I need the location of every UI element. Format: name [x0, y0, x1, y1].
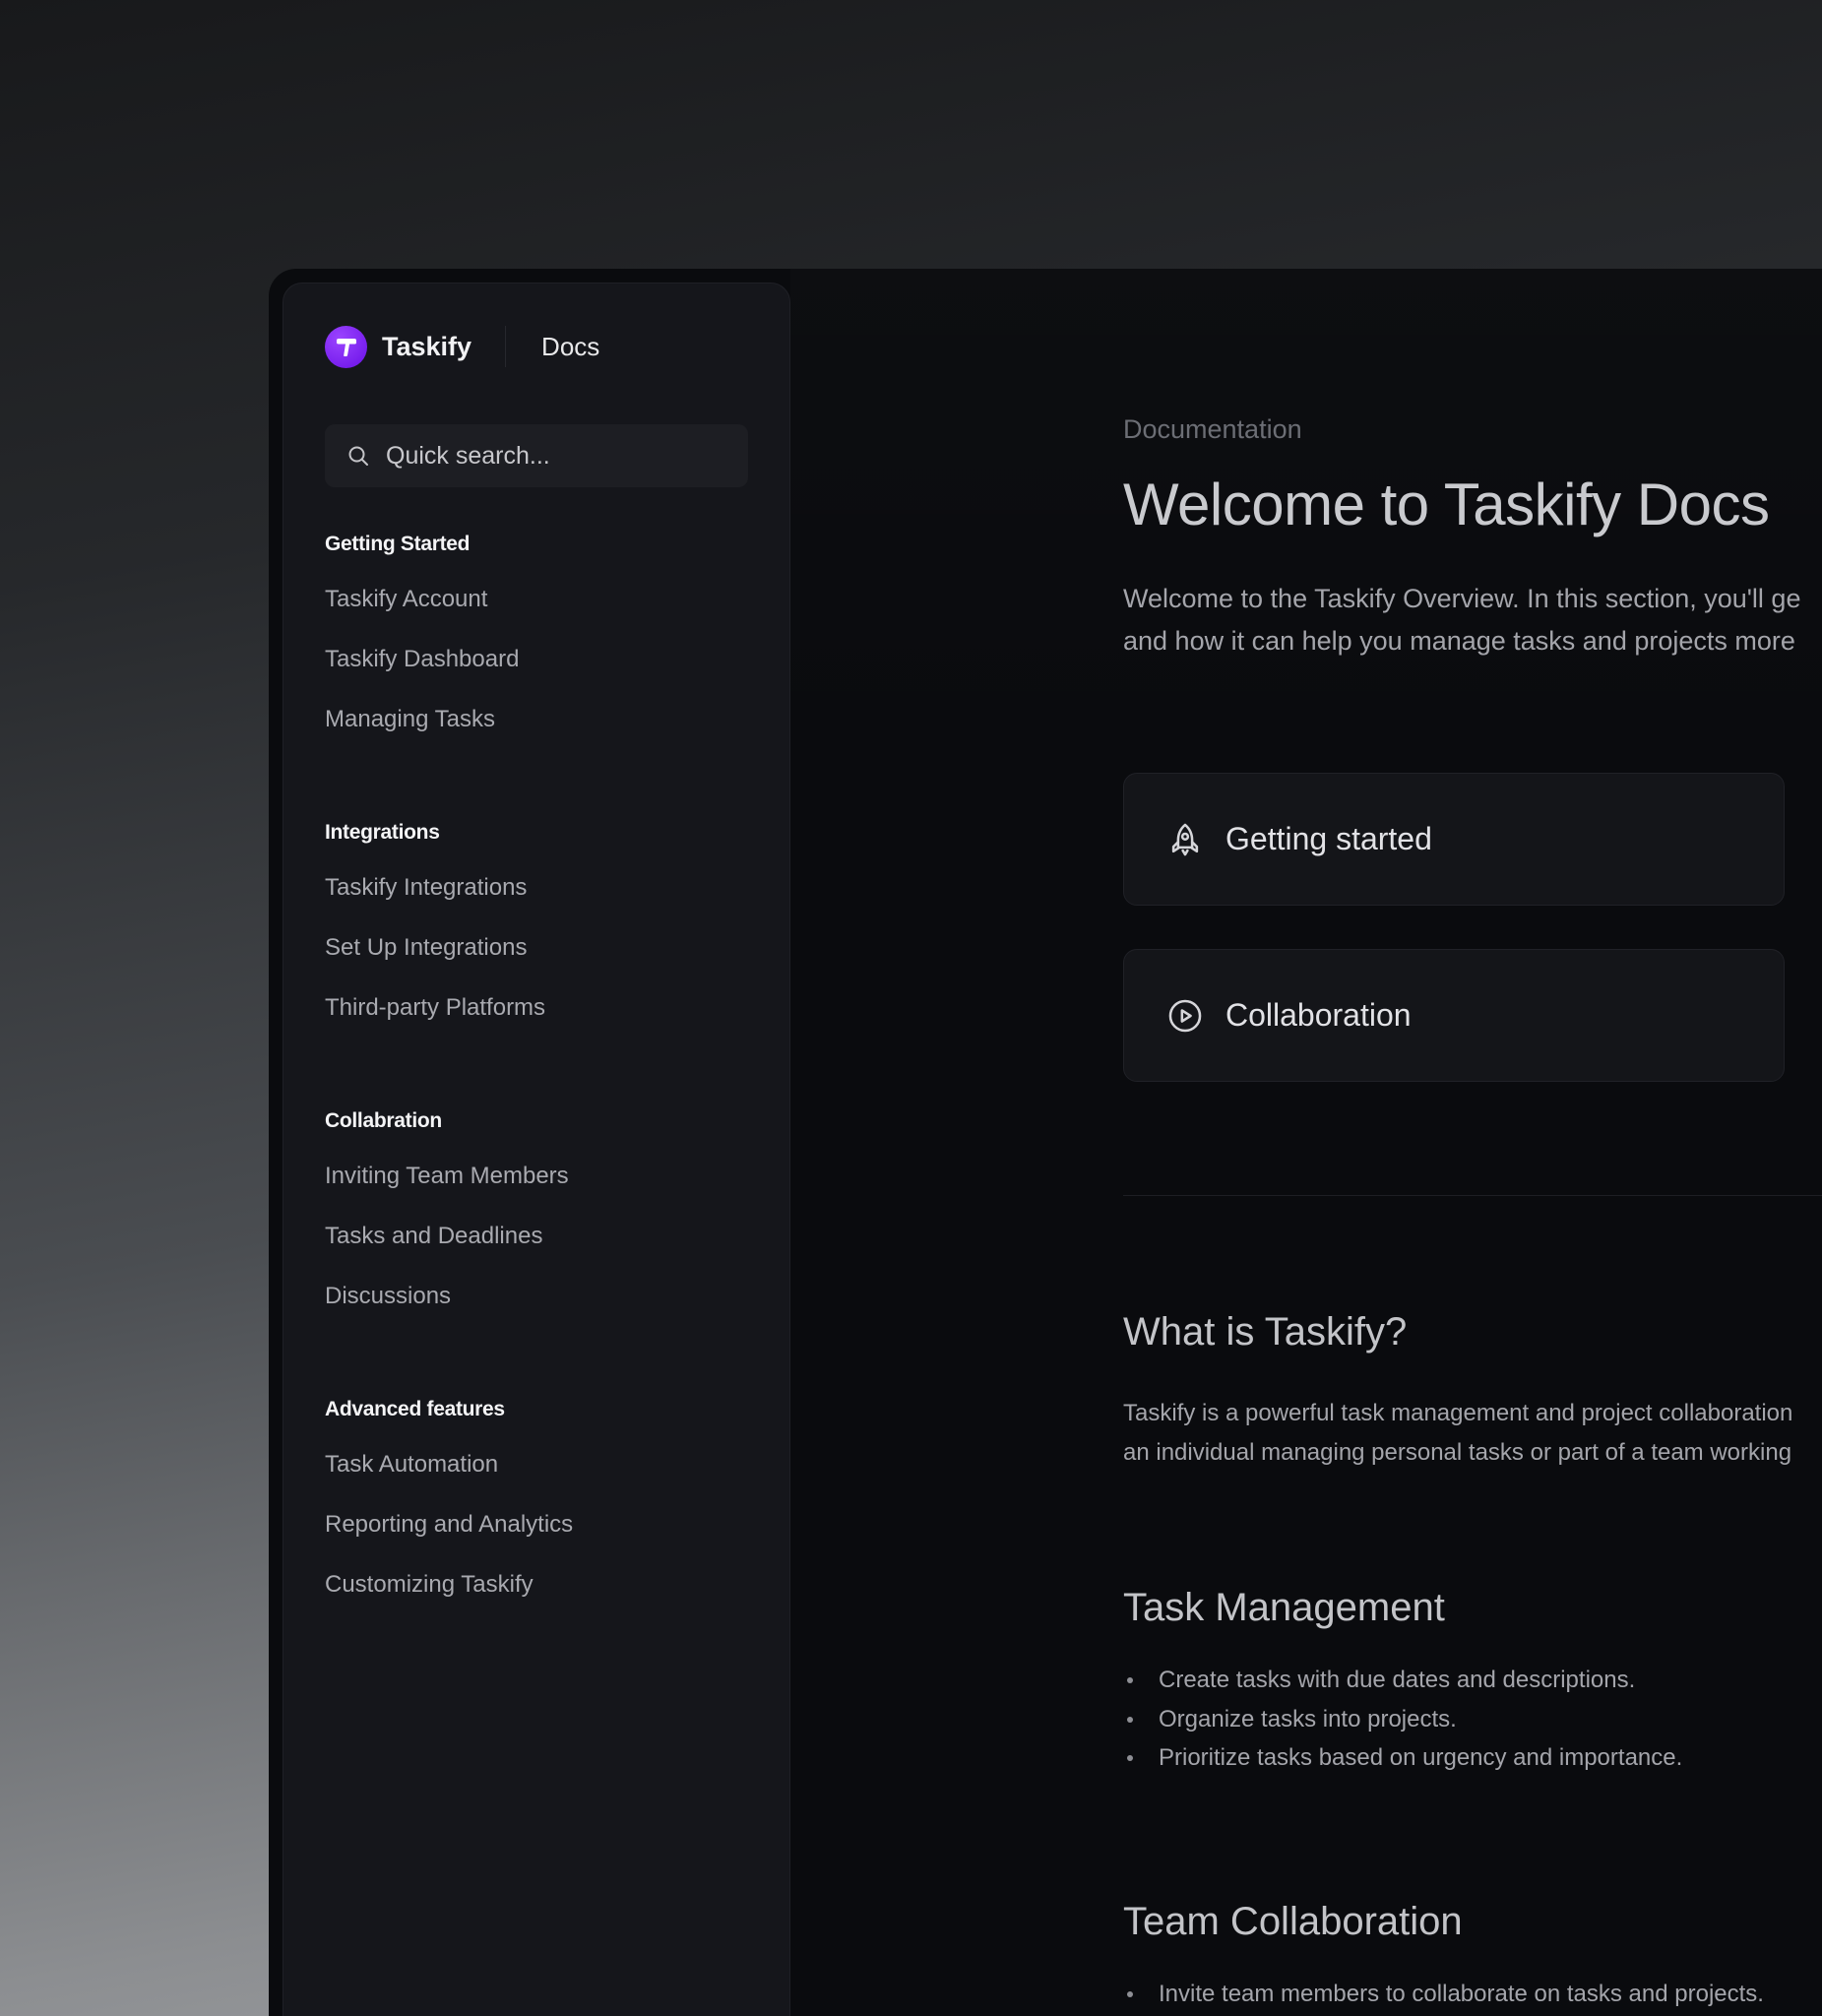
section-heading-what-is: What is Taskify?	[1123, 1310, 1408, 1354]
sidebar-item-managing-tasks[interactable]: Managing Tasks	[325, 689, 758, 749]
nav-heading: Getting Started	[325, 533, 471, 555]
sidebar-item-reporting-and-analytics[interactable]: Reporting and Analytics	[325, 1494, 758, 1554]
brand-divider	[505, 326, 507, 367]
sidebar-item-tasks-and-deadlines[interactable]: Tasks and Deadlines	[325, 1206, 758, 1266]
nav-section-advanced-features: Advanced features Task Automation Report…	[325, 1385, 758, 1614]
nav-heading: Advanced features	[325, 1398, 505, 1420]
card-label: Getting started	[1225, 821, 1432, 856]
intro-line: Welcome to the Taskify Overview. In this…	[1123, 584, 1801, 613]
sidebar-item-taskify-account[interactable]: Taskify Account	[325, 569, 758, 629]
sidebar-item-task-automation[interactable]: Task Automation	[325, 1434, 758, 1494]
brand-name[interactable]: Taskify	[382, 332, 471, 362]
nav-section-collaboration: Collabration Inviting Team Members Tasks…	[325, 1097, 758, 1326]
task-management-list: Create tasks with due dates and descript…	[1123, 1661, 1682, 1778]
paragraph-line: Taskify is a powerful task management an…	[1123, 1400, 1793, 1426]
docs-link[interactable]: Docs	[541, 332, 599, 362]
search-icon	[348, 446, 368, 466]
collaboration-card[interactable]: Collaboration	[1123, 949, 1785, 1082]
brand-row: Taskify Docs	[325, 325, 599, 368]
breadcrumb[interactable]: Documentation	[1123, 414, 1302, 445]
nav-section-integrations: Integrations Taskify Integrations Set Up…	[325, 808, 758, 1038]
sidebar-item-taskify-dashboard[interactable]: Taskify Dashboard	[325, 629, 758, 689]
sidebar-item-discussions[interactable]: Discussions	[325, 1266, 758, 1326]
sidebar-item-customizing-taskify[interactable]: Customizing Taskify	[325, 1554, 758, 1614]
section-heading-task-management: Task Management	[1123, 1586, 1445, 1629]
sidebar-nav: Getting Started Taskify Account Taskify …	[325, 520, 758, 1673]
nav-heading: Collabration	[325, 1109, 442, 1132]
intro-paragraph: Welcome to the Taskify Overview. In this…	[1123, 578, 1822, 662]
what-is-paragraph: Taskify is a powerful task management an…	[1123, 1394, 1792, 1473]
app-window: Taskify Docs Getting Started Taskify Acc…	[269, 269, 1822, 2016]
sidebar: Taskify Docs Getting Started Taskify Acc…	[283, 283, 790, 2016]
sidebar-item-set-up-integrations[interactable]: Set Up Integrations	[325, 917, 758, 977]
sidebar-item-taskify-integrations[interactable]: Taskify Integrations	[325, 857, 758, 917]
card-label: Collaboration	[1225, 997, 1412, 1033]
section-heading-team-collaboration: Team Collaboration	[1123, 1900, 1463, 1943]
sidebar-item-third-party-platforms[interactable]: Third-party Platforms	[325, 977, 758, 1038]
list-item: Create tasks with due dates and descript…	[1123, 1661, 1682, 1700]
nav-heading: Integrations	[325, 821, 440, 844]
search-input[interactable]	[386, 441, 721, 471]
page-title: Welcome to Taskify Docs	[1123, 472, 1770, 537]
getting-started-card[interactable]: Getting started	[1123, 773, 1785, 906]
list-item: Invite team members to collaborate on ta…	[1123, 1975, 1764, 2014]
list-item: Organize tasks into projects.	[1123, 1700, 1682, 1739]
rocket-icon	[1171, 823, 1199, 855]
nav-section-getting-started: Getting Started Taskify Account Taskify …	[325, 520, 758, 749]
list-item: Prioritize tasks based on urgency and im…	[1123, 1738, 1682, 1778]
search-box[interactable]	[325, 424, 748, 487]
taskify-logo-icon[interactable]	[325, 325, 367, 368]
play-circle-icon	[1168, 999, 1202, 1032]
sidebar-item-inviting-team-members[interactable]: Inviting Team Members	[325, 1146, 758, 1206]
paragraph-line: an individual managing personal tasks or…	[1123, 1439, 1792, 1466]
section-divider	[1123, 1195, 1822, 1196]
intro-line: and how it can help you manage tasks and…	[1123, 626, 1795, 656]
team-collaboration-list: Invite team members to collaborate on ta…	[1123, 1975, 1764, 2014]
